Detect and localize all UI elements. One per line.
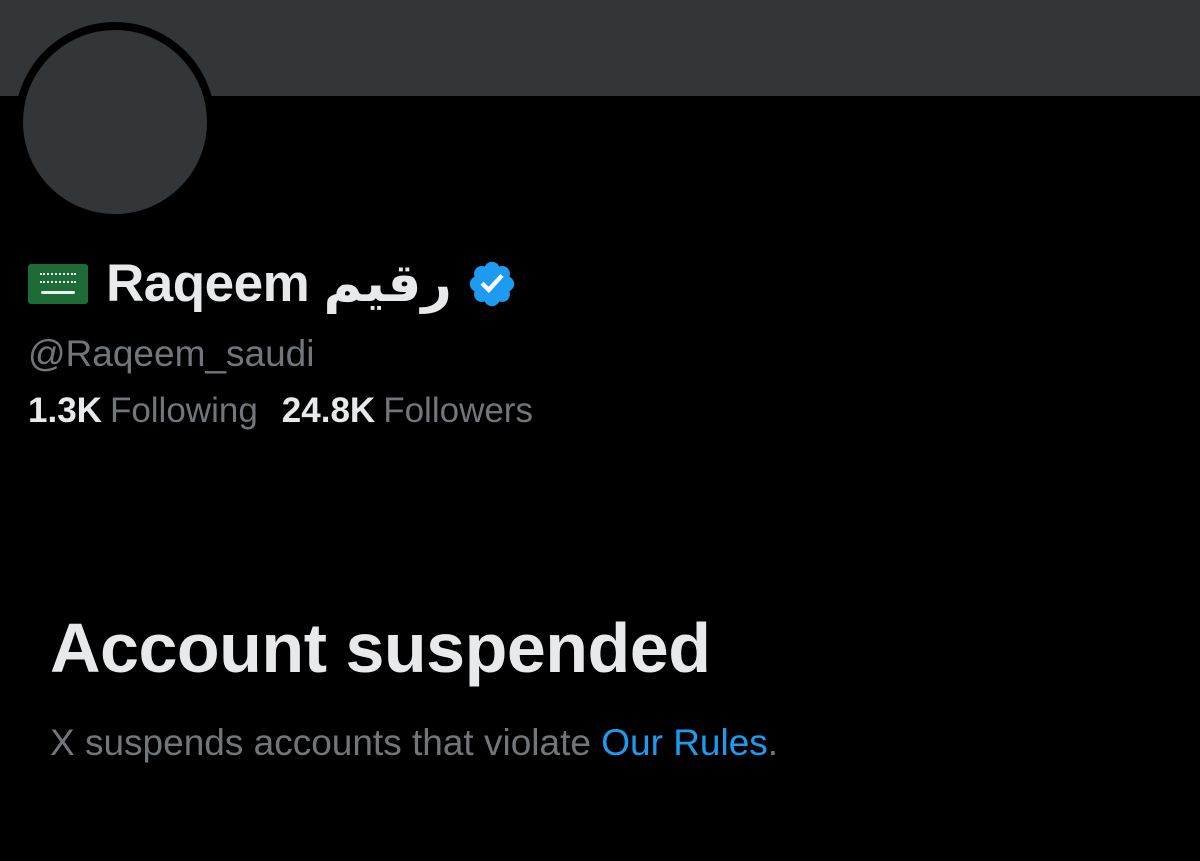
avatar[interactable] bbox=[23, 30, 207, 214]
display-name: Raqeem رقيم bbox=[106, 254, 452, 313]
following-stat[interactable]: 1.3K Following bbox=[28, 388, 258, 434]
followers-stat[interactable]: 24.8K Followers bbox=[282, 388, 533, 434]
profile-stats: 1.3K Following 24.8K Followers bbox=[28, 388, 557, 434]
flag-script-mark bbox=[40, 273, 76, 283]
profile-handle: @Raqeem_saudi bbox=[28, 333, 315, 374]
suspended-title: Account suspended bbox=[50, 609, 711, 687]
display-name-row: Raqeem رقيم bbox=[28, 252, 518, 316]
followers-label: Followers bbox=[383, 391, 533, 430]
avatar-ring bbox=[15, 22, 215, 222]
suspended-message-period: . bbox=[767, 722, 779, 763]
following-label: Following bbox=[109, 391, 258, 430]
suspended-message: X suspends accounts that violate Our Rul… bbox=[50, 718, 778, 768]
flag-sword-mark bbox=[41, 291, 75, 294]
suspended-message-text: X suspends accounts that violate bbox=[50, 722, 602, 763]
verified-badge-icon[interactable] bbox=[466, 258, 518, 310]
followers-count: 24.8K bbox=[281, 391, 376, 430]
following-count: 1.3K bbox=[28, 391, 102, 430]
our-rules-link[interactable]: Our Rules bbox=[601, 722, 768, 763]
saudi-flag-icon bbox=[28, 264, 88, 304]
